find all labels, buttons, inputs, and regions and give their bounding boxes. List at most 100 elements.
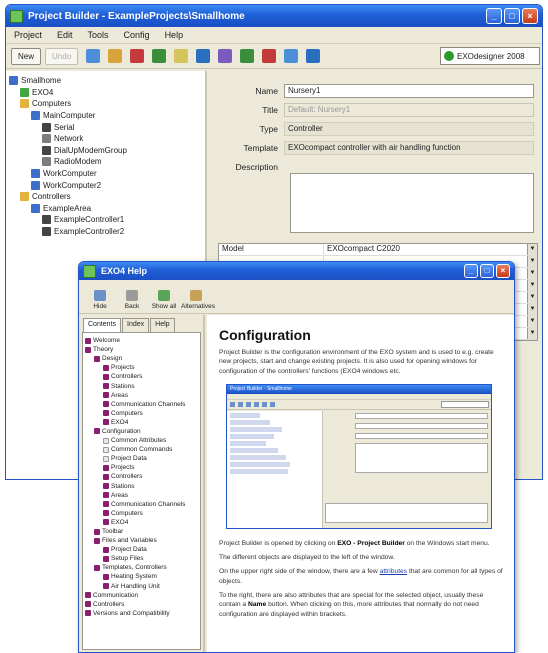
dropdown-arrow-icon[interactable]: ▼ [527,256,537,267]
tool-icon-1[interactable] [86,49,101,63]
close-button[interactable]: × [522,8,538,24]
help-tree-item[interactable]: Design [85,354,200,363]
alternatives-button[interactable]: Alternatives [181,290,215,310]
menu-help[interactable]: Help [165,30,184,40]
dropdown-arrow-icon[interactable]: ▼ [527,328,537,339]
new-button[interactable]: New [11,47,42,65]
tool-icon-10[interactable] [284,49,299,63]
help-tree-item[interactable]: Theory [85,345,200,354]
tree-item[interactable]: Computers [9,98,205,110]
help-tree-item[interactable]: EXO4 [85,518,200,527]
help-tree-item[interactable]: Files and Variables [85,536,200,545]
tool-icon-5[interactable] [174,49,189,63]
tree-item-label: WorkComputer2 [43,180,102,190]
minimize-button[interactable]: _ [486,8,502,24]
help-tree-item[interactable]: Computers [85,409,200,418]
help-tree-item[interactable]: Setup Files [85,554,200,563]
help-tree-item[interactable]: Communication Channels [85,400,200,409]
help-tree-item[interactable]: Projects [85,463,200,472]
title-field[interactable]: Default: Nursery1 [284,103,534,117]
help-tree-item[interactable]: Common Attributes [85,436,200,445]
help-minimize-button[interactable]: _ [464,264,478,278]
tree-item[interactable]: MainComputer [9,110,205,122]
description-field[interactable] [290,173,534,233]
help-tree-item[interactable]: Controllers [85,472,200,481]
help-tree-label: Air Handling Unit [111,582,160,590]
help-tree-item[interactable]: Templates, Controllers [85,563,200,572]
tool-icon-9[interactable] [262,49,277,63]
help-tree-item[interactable]: Stations [85,482,200,491]
hide-button[interactable]: Hide [85,290,115,310]
dropdown-arrow-icon[interactable]: ▼ [527,304,537,315]
help-tree-item[interactable]: Controllers [85,372,200,381]
maximize-button[interactable]: □ [504,8,520,24]
dropdown-arrow-icon[interactable]: ▼ [527,316,537,327]
tab-contents[interactable]: Contents [83,318,122,332]
tool-icon-4[interactable] [152,49,167,63]
help-tree-item[interactable]: Common Commands [85,445,200,454]
tree-item[interactable]: ExampleController2 [9,226,205,238]
help-tree-item[interactable]: Air Handling Unit [85,582,200,591]
main-titlebar[interactable]: Project Builder - ExampleProjects\Smallh… [6,5,542,27]
menu-project[interactable]: Project [14,30,42,40]
tree-item[interactable]: Smallhome [9,75,205,87]
tab-help[interactable]: Help [150,318,175,332]
help-tree-item[interactable]: Communication [85,591,200,600]
dropdown-arrow-icon[interactable]: ▼ [527,280,537,291]
help-tree-item[interactable]: Communication Channels [85,500,200,509]
help-tree-item[interactable]: Configuration [85,427,200,436]
help-tree-item[interactable]: Areas [85,391,200,400]
tree-item[interactable]: WorkComputer [9,168,205,180]
table-value[interactable]: EXOcompact C2020 [324,244,527,255]
tab-index[interactable]: Index [122,318,150,332]
tree-item[interactable]: DialUpModemGroup [9,145,205,157]
dropdown-arrow-icon[interactable]: ▼ [527,268,537,279]
help-tree-item[interactable]: Toolbar [85,527,200,536]
tree-item[interactable]: Controllers [9,191,205,203]
name-field[interactable]: Nursery1 [284,84,534,98]
help-tree-item[interactable]: Project Data [85,545,200,554]
help-tree-item[interactable]: EXO4 [85,418,200,427]
help-tree-item[interactable]: Heating System [85,572,200,581]
tool-icon-2[interactable] [108,49,123,63]
device-selector[interactable]: EXOdesigner 2008 [440,47,540,65]
tree-item[interactable]: EXO4 [9,87,205,99]
menu-tools[interactable]: Tools [88,30,109,40]
help-tree-item[interactable]: Controllers [85,600,200,609]
help-tree-item[interactable]: Project Data [85,454,200,463]
help-tree-item[interactable]: Stations [85,381,200,390]
show-all-button[interactable]: Show all [149,290,179,310]
undo-button[interactable]: Undo [45,47,79,65]
back-button[interactable]: Back [117,290,147,310]
dropdown-arrow-icon[interactable]: ▼ [527,244,537,255]
help-close-button[interactable]: × [496,264,510,278]
help-tree-item[interactable]: Computers [85,509,200,518]
tool-icon-8[interactable] [240,49,255,63]
help-titlebar[interactable]: EXO4 Help _ □ × [79,262,514,280]
help-tree-label: Projects [111,464,135,472]
help-contents-tree[interactable]: Welcome Theory Design Projects Controllers St… [82,332,201,650]
help-tree-item[interactable]: Versions and Compatibility [85,609,200,618]
help-maximize-button[interactable]: □ [480,264,494,278]
table-row[interactable]: Model EXOcompact C2020 ▼ [219,244,537,256]
tree-item[interactable]: RadioModem [9,156,205,168]
tool-icon-11[interactable] [306,49,321,63]
help-tree-item[interactable]: Projects [85,363,200,372]
tree-item-label: WorkComputer [43,169,97,179]
tree-item[interactable]: ExampleController1 [9,214,205,226]
tree-item[interactable]: Serial [9,121,205,133]
tree-item-label: DialUpModemGroup [54,145,127,155]
tree-item[interactable]: Network [9,133,205,145]
menu-edit[interactable]: Edit [57,30,73,40]
tool-icon-7[interactable] [218,49,233,63]
book-icon [94,528,100,535]
tree-item[interactable]: ExampleArea [9,203,205,215]
attributes-link[interactable]: attributes [380,568,408,575]
tool-icon-6[interactable] [196,49,211,63]
help-tree-item[interactable]: Welcome [85,336,200,345]
dropdown-arrow-icon[interactable]: ▼ [527,292,537,303]
menu-config[interactable]: Config [124,30,150,40]
help-tree-item[interactable]: Areas [85,491,200,500]
tree-item[interactable]: WorkComputer2 [9,179,205,191]
tool-icon-3[interactable] [130,49,145,63]
